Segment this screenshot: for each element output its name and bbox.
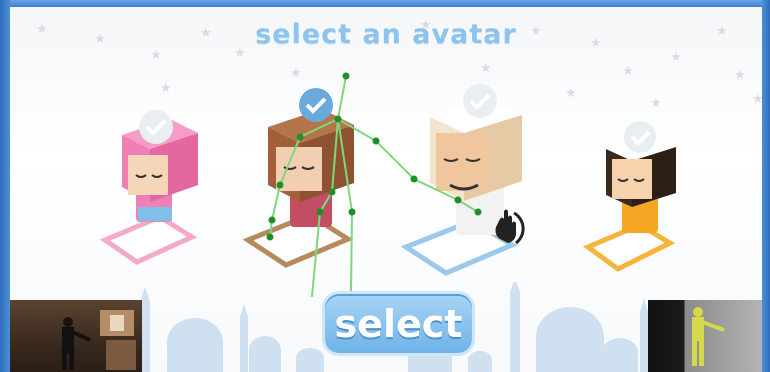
rgb-camera-feed — [10, 300, 142, 372]
window-right-border — [762, 0, 770, 372]
game-window: ★ ★ ★ ★ ★ ★ ★ ★ ★ ★ ★ ★ ★ ★ ★ ★ ★ ★ sele… — [0, 0, 770, 372]
boy-orange-avatar[interactable] — [582, 121, 676, 272]
depth-camera-feed — [648, 300, 770, 372]
select-button[interactable]: select — [325, 294, 472, 353]
select-button-label: select — [334, 301, 463, 346]
girl-pink-avatar[interactable] — [99, 110, 198, 265]
avatar-row — [99, 72, 676, 297]
man-white-avatar[interactable] — [400, 84, 522, 276]
window-top-border — [0, 0, 770, 7]
window-left-border — [0, 0, 10, 372]
